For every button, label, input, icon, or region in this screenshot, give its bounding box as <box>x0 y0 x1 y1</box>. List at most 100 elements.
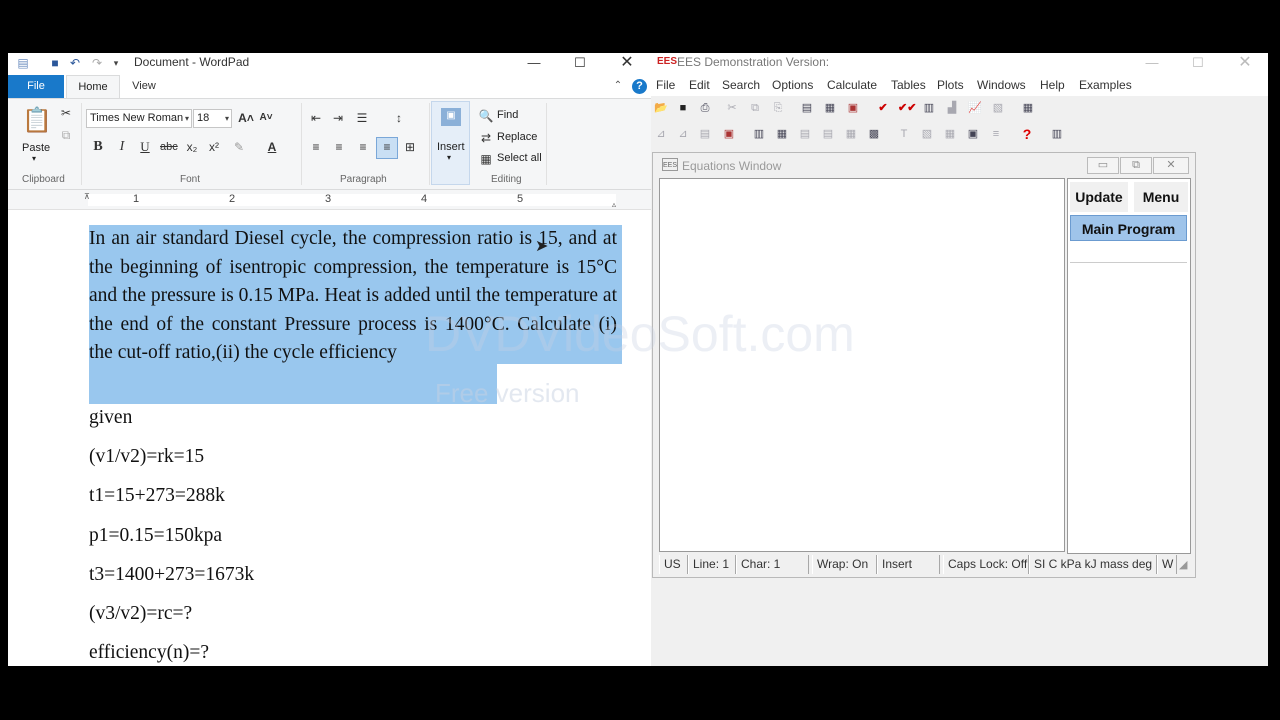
justify-icon[interactable]: ≡ <box>376 137 398 159</box>
right-indent-marker-icon[interactable]: ▵ <box>612 200 616 209</box>
print-icon[interactable]: ⎙ <box>697 100 713 116</box>
undo-icon[interactable]: ↶ <box>68 56 82 70</box>
menu-edit[interactable]: Edit <box>689 78 710 92</box>
diagram-icon[interactable]: ▧ <box>990 100 1006 116</box>
font-size-select[interactable]: 18 ▾ <box>193 109 232 128</box>
update-button[interactable]: Update <box>1070 182 1128 212</box>
select-all-icon[interactable]: ▦ <box>478 151 494 167</box>
open-icon[interactable]: 📂 <box>653 100 669 116</box>
equations-editor[interactable] <box>659 178 1065 552</box>
menu-button[interactable]: Menu <box>1134 182 1188 212</box>
tab-view[interactable]: View <box>126 75 162 98</box>
tab-file[interactable]: File <box>8 75 64 98</box>
chart-icon[interactable]: ▣ <box>721 126 737 142</box>
menu-calculate[interactable]: Calculate <box>827 78 877 92</box>
document-line[interactable]: (v1/v2)=rk=15 <box>89 446 204 468</box>
document-line[interactable]: t3=1400+273=1673k <box>89 564 254 586</box>
equations-window-icon[interactable]: ▤ <box>799 100 815 116</box>
close-icon[interactable]: ✕ <box>1153 157 1189 174</box>
calculator-icon[interactable]: ▥ <box>1049 126 1065 142</box>
variable-info-icon[interactable]: ▥ <box>751 126 767 142</box>
picture-icon[interactable]: ▣ <box>965 126 981 142</box>
residuals-icon[interactable]: ▤ <box>797 126 813 142</box>
restore-icon[interactable]: ⧉ <box>1120 157 1152 174</box>
document-line[interactable]: (v3/v2)=rc=? <box>89 603 192 625</box>
align-right-icon[interactable]: ≡ <box>355 139 371 155</box>
document-line[interactable]: p1=0.15=150kpa <box>89 525 222 547</box>
check-icon[interactable]: ✔ <box>875 100 891 116</box>
menu-file[interactable]: File <box>656 78 675 92</box>
tab-home[interactable]: Home <box>66 75 120 99</box>
find-icon[interactable]: 🔍 <box>478 108 494 124</box>
formatted-equations-icon[interactable]: ▦ <box>822 100 838 116</box>
paste-icon[interactable]: ⎘ <box>770 100 786 116</box>
ruler[interactable]: 1 2 3 4 5 ⊼ ▵ <box>8 190 651 210</box>
highlight-icon[interactable]: ✎ <box>231 139 247 155</box>
calculator-icon[interactable]: ▥ <box>921 100 937 116</box>
solution-window-icon[interactable]: ▣ <box>845 100 861 116</box>
solve-icon[interactable]: ✔✔ <box>898 100 916 116</box>
minimize-icon[interactable]: — <box>511 53 557 75</box>
grid-icon[interactable]: ▦ <box>942 126 958 142</box>
select-all-button[interactable]: Select all <box>497 152 542 164</box>
menu-plots[interactable]: Plots <box>937 78 964 92</box>
font-family-select[interactable]: Times New Roman ▾ <box>86 109 192 128</box>
superscript-icon[interactable]: x² <box>206 139 222 155</box>
menu-windows[interactable]: Windows <box>977 78 1026 92</box>
align-center-icon[interactable]: ≡ <box>331 139 347 155</box>
plot-icon[interactable]: 📈 <box>967 100 983 116</box>
replace-button[interactable]: Replace <box>497 131 537 143</box>
menu-examples[interactable]: Examples <box>1079 78 1132 92</box>
parametric-table-icon[interactable]: ▦ <box>1020 100 1036 116</box>
menu-options[interactable]: Options <box>772 78 813 92</box>
grow-font-icon[interactable]: A˄ <box>238 110 254 126</box>
menu-search[interactable]: Search <box>722 78 760 92</box>
find-button[interactable]: Find <box>497 109 518 121</box>
integral-table-icon[interactable]: ▦ <box>843 126 859 142</box>
maximize-icon[interactable]: ☐ <box>1175 53 1221 75</box>
redo-icon[interactable]: ↷ <box>90 56 104 70</box>
document-line[interactable]: given <box>89 407 132 429</box>
menu-tables[interactable]: Tables <box>891 78 926 92</box>
paragraph-settings-icon[interactable]: ⊞ <box>402 139 418 155</box>
bullets-icon[interactable]: ☰ <box>354 110 370 126</box>
align-left-icon[interactable]: ≡ <box>308 139 324 155</box>
copy-icon[interactable]: ⧉ <box>58 127 74 143</box>
document-line[interactable]: efficiency(n)=? <box>89 642 209 664</box>
collapse-ribbon-icon[interactable]: ⌃ <box>611 79 625 93</box>
customize-quick-access-icon[interactable]: ▾ <box>109 56 123 70</box>
plot-window-icon[interactable]: ⊿ <box>653 126 669 142</box>
maximize-icon[interactable]: ☐ <box>557 53 603 75</box>
paste-icon[interactable]: 📋 <box>22 106 52 136</box>
main-program-item[interactable]: Main Program <box>1070 215 1187 241</box>
document-line[interactable]: t1=15+273=288k <box>89 485 225 507</box>
menu-help[interactable]: Help <box>1040 78 1065 92</box>
cut-icon[interactable]: ✂ <box>58 105 74 121</box>
font-color-icon[interactable]: A <box>264 139 280 155</box>
subscript-icon[interactable]: x₂ <box>184 139 200 155</box>
align-icon[interactable]: ≡ <box>988 126 1004 142</box>
cut-icon[interactable]: ✂ <box>724 100 740 116</box>
resize-grip-icon[interactable]: ◢ <box>1179 558 1187 571</box>
shrink-font-icon[interactable]: A˅ <box>258 110 274 126</box>
save-icon[interactable]: ■ <box>48 56 62 70</box>
decrease-indent-icon[interactable]: ⇤ <box>308 110 324 126</box>
minimize-icon[interactable]: — <box>1129 53 1175 75</box>
replace-icon[interactable]: ⇄ <box>478 130 494 146</box>
minimize-icon[interactable]: ▭ <box>1087 157 1119 174</box>
insert-button[interactable]: ▣ Insert ▾ <box>431 101 470 185</box>
units-icon[interactable]: ▦ <box>774 126 790 142</box>
close-icon[interactable]: ✕ <box>604 53 650 75</box>
italic-icon[interactable]: I <box>114 139 130 155</box>
paste-button[interactable]: Paste <box>22 142 50 154</box>
graph-icon[interactable]: ▧ <box>919 126 935 142</box>
arrays-icon[interactable]: ▤ <box>697 126 713 142</box>
lookup-table-icon[interactable]: ▤ <box>820 126 836 142</box>
increase-indent-icon[interactable]: ⇥ <box>330 110 346 126</box>
strikethrough-icon[interactable]: abc <box>160 139 178 155</box>
underline-icon[interactable]: U <box>137 139 153 155</box>
text-icon[interactable]: T <box>896 126 912 142</box>
program-list-row[interactable] <box>1070 241 1187 263</box>
document-area[interactable]: In an air standard Diesel cycle, the com… <box>8 211 651 666</box>
line-spacing-icon[interactable]: ↕ <box>391 110 407 126</box>
